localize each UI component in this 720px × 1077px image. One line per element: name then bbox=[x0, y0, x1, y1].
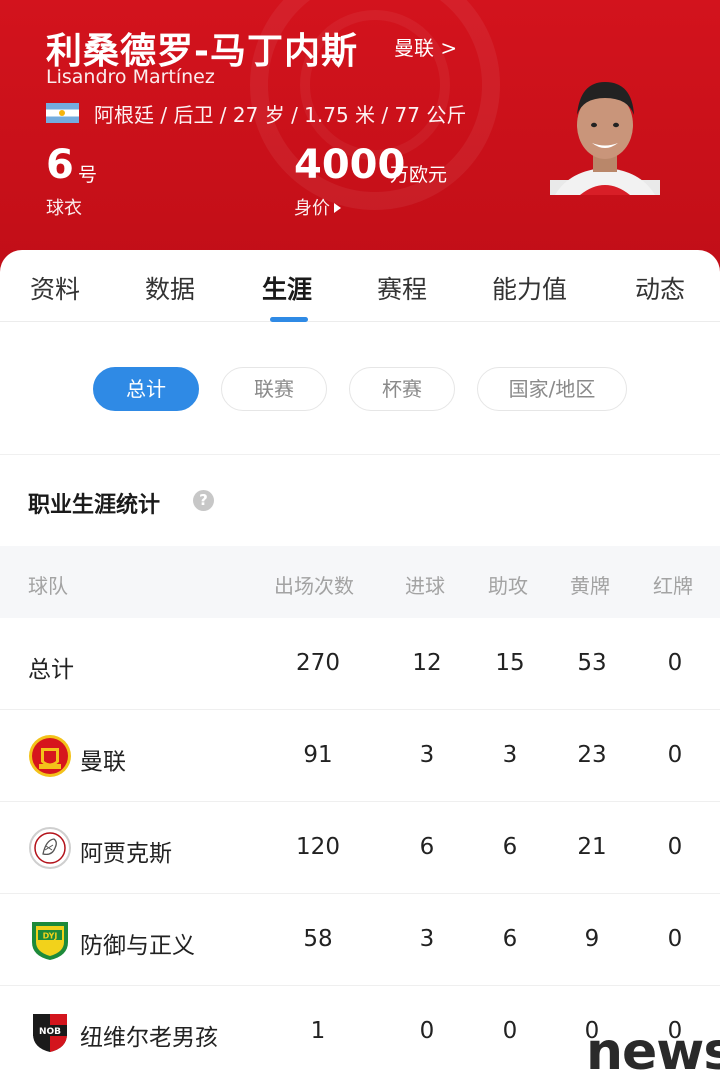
assists-value: 15 bbox=[495, 650, 525, 676]
divider bbox=[0, 454, 720, 455]
table-row[interactable]: 曼联 91 3 3 23 0 bbox=[0, 710, 720, 802]
apps-value: 1 bbox=[310, 1018, 326, 1044]
apps-value: 91 bbox=[303, 742, 333, 768]
tab-news[interactable]: 动态 bbox=[635, 270, 685, 306]
market-value: 4000 bbox=[294, 142, 406, 188]
news-watermark: news bbox=[586, 1022, 720, 1077]
shirt-number-label: 球衣 bbox=[46, 198, 82, 219]
assists-value: 3 bbox=[502, 742, 518, 768]
player-name-en: Lisandro Martínez bbox=[46, 66, 215, 88]
tab-career[interactable]: 生涯 bbox=[262, 270, 312, 306]
filter-league[interactable]: 联赛 bbox=[221, 367, 327, 411]
team-name: 阿贾克斯 bbox=[80, 841, 172, 867]
section-title: 职业生涯统计 bbox=[28, 493, 161, 518]
shirt-number: 6 bbox=[46, 142, 74, 188]
goals-value: 3 bbox=[419, 926, 435, 952]
yellow-value: 23 bbox=[577, 742, 607, 768]
tab-bar: 资料 数据 生涯 赛程 能力值 动态 bbox=[0, 250, 720, 322]
goals-value: 6 bbox=[419, 834, 435, 860]
tab-profile[interactable]: 资料 bbox=[30, 270, 80, 306]
yellow-value: 21 bbox=[577, 834, 607, 860]
defensa-y-justicia-crest-icon: DYJ bbox=[28, 918, 72, 962]
help-icon[interactable]: ? bbox=[193, 490, 214, 511]
table-row[interactable]: DYJ 防御与正义 58 3 6 9 0 bbox=[0, 894, 720, 986]
shirt-number-unit: 号 bbox=[78, 164, 98, 186]
header-yellow: 黄牌 bbox=[570, 574, 610, 598]
newells-old-boys-crest-icon: NOB bbox=[28, 1010, 72, 1054]
player-header: 利桑德罗-马丁内斯 曼联 > Lisandro Martínez 阿根廷 / 后… bbox=[0, 0, 720, 280]
assists-value: 0 bbox=[502, 1018, 518, 1044]
team-name: 曼联 bbox=[80, 749, 126, 775]
team-link[interactable]: 曼联 > bbox=[394, 32, 457, 61]
red-value: 0 bbox=[667, 650, 683, 676]
header-team: 球队 bbox=[28, 574, 68, 598]
table-row[interactable]: 阿贾克斯 120 6 6 21 0 bbox=[0, 802, 720, 894]
arrow-right-icon bbox=[334, 203, 341, 213]
market-value-unit: 万欧元 bbox=[390, 164, 448, 186]
team-name: 纽维尔老男孩 bbox=[80, 1025, 218, 1051]
tab-ability[interactable]: 能力值 bbox=[492, 270, 567, 306]
yellow-value: 53 bbox=[577, 650, 607, 676]
argentina-flag-icon bbox=[46, 103, 79, 123]
yellow-value: 9 bbox=[584, 926, 600, 952]
filter-national[interactable]: 国家/地区 bbox=[477, 367, 627, 411]
market-value-label: 身价 bbox=[294, 198, 330, 219]
assists-value: 6 bbox=[502, 834, 518, 860]
filter-total[interactable]: 总计 bbox=[93, 367, 199, 411]
red-value: 0 bbox=[667, 926, 683, 952]
active-tab-indicator bbox=[270, 317, 308, 322]
assists-value: 6 bbox=[502, 926, 518, 952]
header-assists: 助攻 bbox=[488, 574, 528, 598]
tab-schedule[interactable]: 赛程 bbox=[377, 270, 427, 306]
table-row[interactable]: 总计 270 12 15 53 0 bbox=[0, 618, 720, 710]
apps-value: 270 bbox=[296, 650, 340, 676]
player-info: 阿根廷 / 后卫 / 27 岁 / 1.75 米 / 77 公斤 bbox=[94, 103, 467, 127]
player-avatar bbox=[550, 70, 660, 195]
content-card: 资料 数据 生涯 赛程 能力值 动态 总计 联赛 杯赛 国家/地区 职业生涯统计… bbox=[0, 250, 720, 1077]
goals-value: 12 bbox=[412, 650, 442, 676]
svg-text:DYJ: DYJ bbox=[43, 932, 58, 941]
goals-value: 0 bbox=[419, 1018, 435, 1044]
man-united-crest-icon bbox=[28, 734, 72, 778]
red-value: 0 bbox=[667, 834, 683, 860]
header-goals: 进球 bbox=[405, 574, 445, 598]
filter-cup[interactable]: 杯赛 bbox=[349, 367, 455, 411]
table-header: 球队 出场次数 进球 助攻 黄牌 红牌 bbox=[0, 546, 720, 618]
team-name: 总计 bbox=[28, 657, 74, 683]
team-name: 防御与正义 bbox=[80, 933, 195, 959]
tab-stats[interactable]: 数据 bbox=[145, 270, 195, 306]
header-apps: 出场次数 bbox=[274, 574, 354, 598]
apps-value: 120 bbox=[296, 834, 340, 860]
ajax-crest-icon bbox=[28, 826, 72, 870]
goals-value: 3 bbox=[419, 742, 435, 768]
header-red: 红牌 bbox=[653, 574, 693, 598]
filter-bar: 总计 联赛 杯赛 国家/地区 bbox=[0, 367, 720, 411]
market-value-link[interactable]: 身价 bbox=[294, 194, 341, 220]
svg-text:NOB: NOB bbox=[39, 1027, 61, 1037]
red-value: 0 bbox=[667, 742, 683, 768]
apps-value: 58 bbox=[303, 926, 333, 952]
